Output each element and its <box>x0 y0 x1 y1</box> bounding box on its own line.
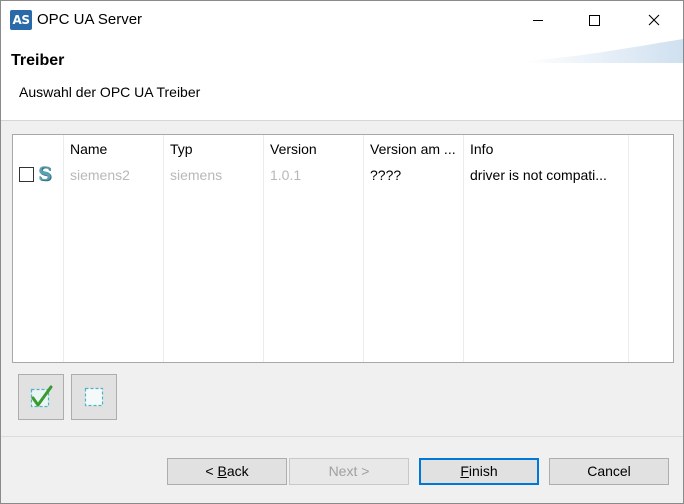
maximize-button[interactable] <box>571 1 617 39</box>
column-header-version-target[interactable]: Version am ... <box>370 141 456 157</box>
finish-label: inish <box>468 463 498 479</box>
column-separator <box>163 135 164 362</box>
uncheck-all-icon <box>84 387 104 407</box>
column-separator <box>263 135 264 362</box>
next-button[interactable]: Next > <box>289 458 409 485</box>
maximize-icon <box>589 15 600 26</box>
column-header-name[interactable]: Name <box>70 141 107 157</box>
cell-type: siemens <box>170 167 223 183</box>
column-separator <box>363 135 364 362</box>
column-header-version[interactable]: Version <box>270 141 317 157</box>
title-bar: AS OPC UA Server <box>1 1 683 39</box>
close-button[interactable] <box>631 1 677 39</box>
back-mnemonic: B <box>217 463 227 479</box>
page-title: Treiber <box>11 52 65 69</box>
close-icon <box>648 14 660 26</box>
column-separator <box>463 135 464 362</box>
column-header-info[interactable]: Info <box>470 141 493 157</box>
cancel-button[interactable]: Cancel <box>549 458 669 485</box>
back-button[interactable]: < Back <box>167 458 287 485</box>
siemens-s-icon: S <box>38 163 52 185</box>
select-all-button[interactable] <box>18 374 64 420</box>
column-header-type[interactable]: Typ <box>170 141 193 157</box>
cell-info: driver is not compati... <box>470 167 607 183</box>
dialog-window: AS OPC UA Server Treiber Auswahl der OPC… <box>0 0 684 504</box>
cell-version: 1.0.1 <box>270 167 302 183</box>
check-all-icon <box>30 385 53 408</box>
wizard-header: Treiber Auswahl der OPC UA Treiber <box>1 39 683 121</box>
column-separator <box>63 135 64 362</box>
back-prefix: < <box>205 463 218 479</box>
deselect-all-button[interactable] <box>71 374 117 420</box>
page-subtitle: Auswahl der OPC UA Treiber <box>19 84 201 100</box>
app-icon: AS <box>10 10 32 30</box>
window-title: OPC UA Server <box>37 11 143 28</box>
row-checkbox[interactable] <box>19 167 34 182</box>
minimize-icon <box>533 20 543 21</box>
footer-divider <box>1 436 683 437</box>
finish-mnemonic: F <box>460 463 469 479</box>
cell-name: siemens2 <box>70 167 130 183</box>
minimize-button[interactable] <box>515 1 561 39</box>
cell-version-target: ???? <box>370 167 402 183</box>
back-label: ack <box>226 463 249 479</box>
finish-button[interactable]: Finish <box>419 458 539 485</box>
driver-table[interactable]: Name Typ Version Version am ... Info S s… <box>12 134 674 363</box>
column-separator <box>628 135 629 362</box>
header-decoration <box>523 39 683 63</box>
